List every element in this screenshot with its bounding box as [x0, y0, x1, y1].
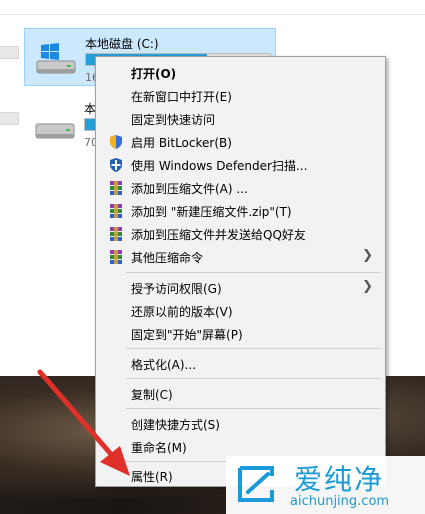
windows-drive-icon — [36, 43, 76, 74]
menu-item-label: 其他压缩命令 — [131, 251, 204, 265]
sidebar-stub — [0, 112, 19, 125]
menu-item-bitlocker[interactable]: 启用 BitLocker(B) — [98, 130, 383, 153]
menu-item-label: 在新窗口中打开(E) — [131, 90, 232, 104]
hard-drive-icon — [35, 123, 75, 139]
menu-item-label: 固定到"开始"屏幕(P) — [131, 328, 243, 342]
menu-item-label: 添加到压缩文件并发送给QQ好友 — [131, 228, 306, 242]
winrar-icon — [110, 181, 122, 195]
menu-item-label: 重命名(M) — [131, 441, 187, 455]
sidebar-stub — [0, 46, 19, 59]
menu-item-label: 属性(R) — [131, 470, 173, 484]
menu-item-add-send-qq[interactable]: 添加到压缩文件并发送给QQ好友 — [98, 222, 383, 245]
menu-item-label: 复制(C) — [131, 388, 173, 402]
menu-item-label: 还原以前的版本(V) — [131, 305, 233, 319]
menu-item-rename[interactable]: 重命名(M) — [98, 435, 383, 458]
menu-separator — [126, 408, 381, 409]
chevron-right-icon: ❯ — [362, 248, 373, 263]
menu-item-add-zip[interactable]: 添加到 "新建压缩文件.zip"(T) — [98, 199, 383, 222]
watermark: 爱纯净 aichunjing.com — [226, 456, 425, 514]
menu-item-label: 创建快捷方式(S) — [131, 418, 220, 432]
winrar-icon — [110, 204, 122, 218]
defender-icon — [110, 158, 122, 172]
winrar-icon — [110, 227, 122, 241]
menu-item-label: 固定到快速访问 — [131, 113, 216, 127]
menu-separator — [126, 272, 381, 273]
winrar-icon — [110, 250, 122, 264]
shield-icon — [110, 135, 122, 149]
menu-item-more-compress[interactable]: 其他压缩命令 ❯ — [98, 245, 383, 268]
menu-item-label: 使用 Windows Defender扫描... — [131, 159, 308, 173]
menu-item-label: 打开(O) — [131, 67, 177, 81]
menu-item-copy[interactable]: 复制(C) — [98, 382, 383, 405]
menu-item-pin-start[interactable]: 固定到"开始"屏幕(P) — [98, 322, 383, 345]
menu-item-create-shortcut[interactable]: 创建快捷方式(S) — [98, 412, 383, 435]
menu-item-label: 启用 BitLocker(B) — [131, 136, 232, 150]
watermark-logo-icon — [238, 466, 274, 502]
window-top-edge — [0, 0, 425, 15]
menu-item-add-archive[interactable]: 添加到压缩文件(A) ... — [98, 176, 383, 199]
chevron-right-icon: ❯ — [362, 279, 373, 294]
menu-item-grant-access[interactable]: 授予访问权限(G) ❯ — [98, 276, 383, 299]
watermark-url: aichunjing.com — [290, 494, 390, 509]
context-menu: 打开(O) 在新窗口中打开(E) 固定到快速访问 启用 BitLocker(B)… — [95, 56, 386, 487]
menu-item-open-new-window[interactable]: 在新窗口中打开(E) — [98, 84, 383, 107]
menu-item-open[interactable]: 打开(O) — [98, 61, 383, 84]
menu-item-label: 授予访问权限(G) — [131, 282, 222, 296]
menu-item-defender-scan[interactable]: 使用 Windows Defender扫描... — [98, 153, 383, 176]
menu-item-format[interactable]: 格式化(A)... — [98, 352, 383, 375]
drive-name: 本地磁盘 (C:) — [85, 37, 159, 51]
menu-item-restore-versions[interactable]: 还原以前的版本(V) — [98, 299, 383, 322]
menu-separator — [126, 378, 381, 379]
menu-item-label: 添加到 "新建压缩文件.zip"(T) — [131, 205, 292, 219]
menu-item-label: 添加到压缩文件(A) ... — [131, 182, 248, 196]
menu-separator — [126, 348, 381, 349]
menu-item-pin-quick-access[interactable]: 固定到快速访问 — [98, 107, 383, 130]
menu-item-label: 格式化(A)... — [131, 358, 197, 372]
watermark-brand: 爱纯净 — [294, 463, 385, 496]
